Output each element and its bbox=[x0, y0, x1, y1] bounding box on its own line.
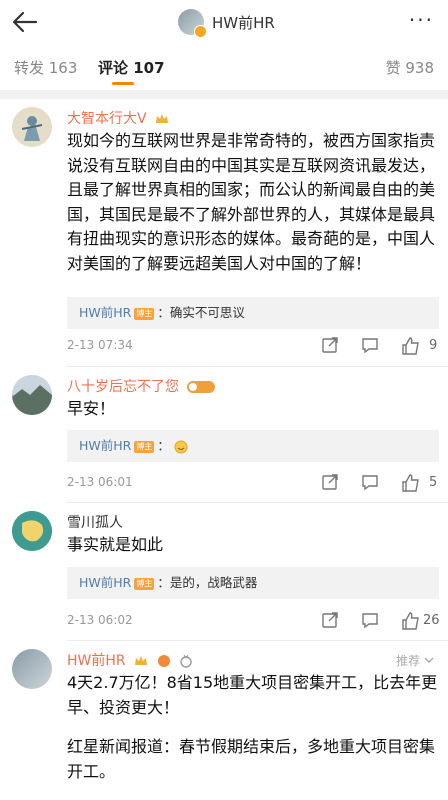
section-divider bbox=[0, 90, 448, 99]
crown-badge-icon bbox=[135, 656, 148, 665]
like-icon[interactable] bbox=[401, 473, 421, 493]
comment-text: 现如今的互联网世界是非常奇特的，被西方国家指责说没有互联网自由的中国其实是互联网… bbox=[67, 131, 436, 273]
top-bar: HW前HR ··· bbox=[0, 0, 448, 44]
comment-text: 事实就是如此 bbox=[67, 535, 164, 554]
comment-username[interactable]: HW前HR bbox=[67, 650, 193, 670]
share-icon[interactable] bbox=[321, 336, 339, 354]
avatar[interactable] bbox=[12, 649, 52, 689]
tab-likes[interactable]: 赞 938 bbox=[386, 57, 434, 78]
active-tab-indicator bbox=[112, 82, 134, 85]
avatar[interactable] bbox=[12, 511, 52, 551]
share-icon[interactable] bbox=[321, 611, 339, 629]
comment-text: 早安！ bbox=[67, 399, 116, 418]
avatar-landscape-icon bbox=[12, 375, 52, 415]
comment-icon[interactable] bbox=[361, 336, 379, 354]
back-arrow-icon[interactable] bbox=[8, 6, 42, 38]
comment-time: 2-13 06:02 bbox=[67, 613, 133, 627]
comment-time: 2-13 06:01 bbox=[67, 475, 133, 489]
medal-icon bbox=[180, 654, 192, 668]
avatar[interactable] bbox=[12, 107, 52, 147]
reply-text: ：确实不可思议 bbox=[157, 305, 245, 320]
avatar[interactable] bbox=[12, 375, 52, 415]
fan-badge-icon bbox=[187, 381, 216, 393]
row-divider bbox=[67, 640, 448, 641]
avatar-map-icon bbox=[12, 511, 52, 551]
author-badge: 博主 bbox=[134, 577, 155, 590]
comment-icon[interactable] bbox=[361, 611, 379, 629]
like-count: 5 bbox=[429, 475, 438, 490]
avatar bbox=[178, 9, 207, 38]
tab-reposts[interactable]: 转发 163 bbox=[14, 57, 77, 78]
comment-time: 2-13 07:34 bbox=[67, 338, 133, 352]
comment-text: 4天2.7万亿！8省15地重大项目密集开工，比去年更早、投资更大！ bbox=[67, 673, 438, 717]
comment-username[interactable]: 雪川孤人 bbox=[67, 512, 123, 532]
reply-author[interactable]: HW前HR bbox=[79, 305, 131, 320]
row-divider bbox=[67, 502, 448, 503]
fan-badge-icon bbox=[157, 655, 170, 667]
author-badge: 博主 bbox=[134, 440, 155, 453]
row-divider bbox=[67, 366, 448, 367]
reply-author[interactable]: HW前HR bbox=[79, 575, 131, 590]
share-icon[interactable] bbox=[321, 473, 339, 491]
chevron-down-icon bbox=[424, 657, 434, 663]
header-title: HW前HR bbox=[212, 13, 275, 32]
comment-meta: 2-13 06:01 5 bbox=[67, 473, 439, 493]
comment-meta: 2-13 06:02 26 bbox=[67, 611, 440, 631]
reply-preview[interactable]: HW前HR 博主 ：确实不可思议 bbox=[67, 297, 439, 329]
tab-comments[interactable]: 评论 107 bbox=[98, 57, 165, 78]
comment-text: 红星新闻报道：春节假期结束后，多地重大项目密集开工。 bbox=[67, 737, 436, 781]
comment-username[interactable]: 八十岁后忘不了您 bbox=[67, 376, 216, 396]
comment-username[interactable]: 大智本行大V bbox=[67, 108, 169, 128]
emoji-icon bbox=[174, 440, 188, 453]
comment-meta: 2-13 07:34 9 bbox=[67, 336, 439, 356]
header-user[interactable]: HW前HR bbox=[178, 6, 275, 38]
recommend-tag[interactable]: 推荐 bbox=[396, 652, 434, 669]
reply-author[interactable]: HW前HR bbox=[79, 438, 131, 453]
like-count: 26 bbox=[423, 613, 440, 628]
like-count: 9 bbox=[429, 338, 438, 353]
crown-badge-icon bbox=[156, 114, 169, 123]
comment-icon[interactable] bbox=[361, 473, 379, 491]
tab-bar: 转发 163 评论 107 赞 938 bbox=[0, 44, 448, 91]
verified-badge-icon bbox=[194, 25, 207, 38]
reply-preview[interactable]: HW前HR 博主： bbox=[67, 430, 439, 462]
author-badge: 博主 bbox=[134, 307, 155, 320]
reply-preview[interactable]: HW前HR 博主 ：是的，战略武器 bbox=[67, 567, 439, 599]
reply-text: ：是的，战略武器 bbox=[157, 575, 258, 590]
reply-text: ： bbox=[157, 438, 170, 453]
more-dots-icon[interactable]: ··· bbox=[409, 10, 434, 30]
avatar-figure-icon bbox=[21, 116, 43, 141]
like-icon[interactable] bbox=[401, 336, 421, 356]
like-icon[interactable] bbox=[401, 611, 421, 631]
